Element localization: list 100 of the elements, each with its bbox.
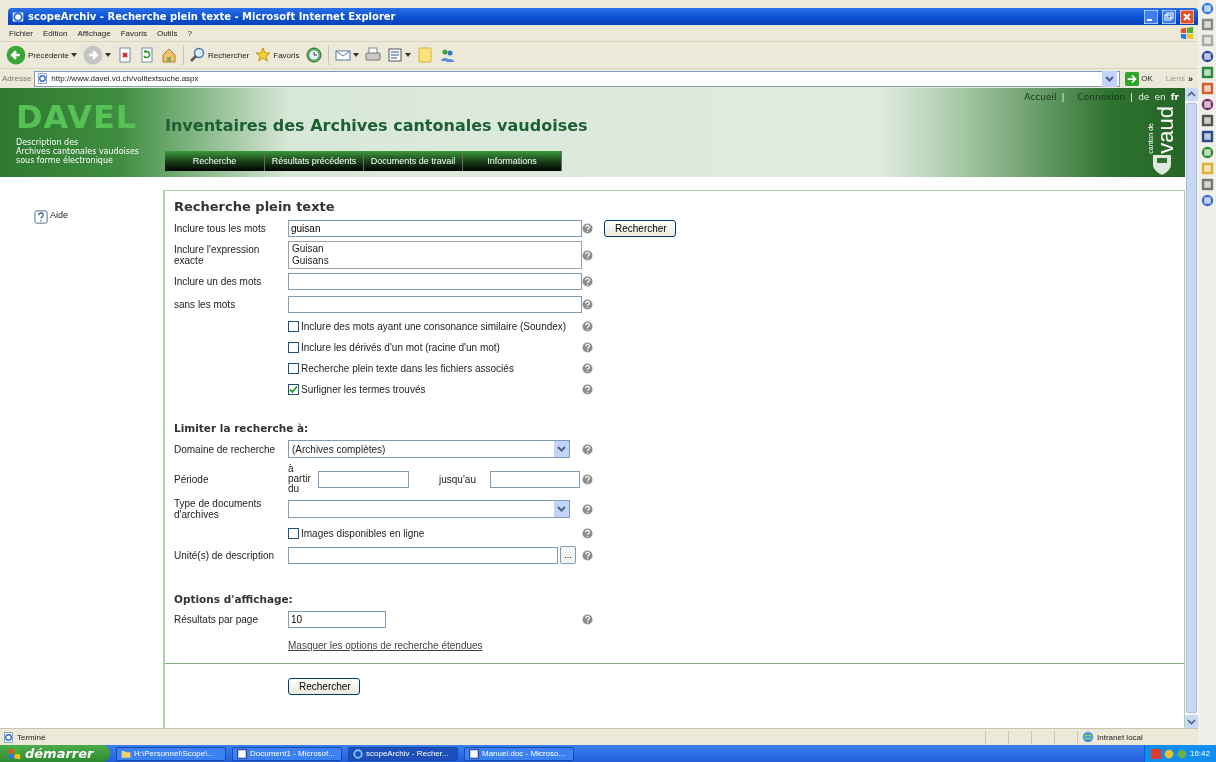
menu-item[interactable]: ? [182, 28, 197, 38]
text-field[interactable] [288, 546, 558, 564]
go-button[interactable]: OK [1141, 74, 1153, 83]
nav-tab[interactable]: Résultats précédents [265, 151, 364, 171]
history-icon[interactable] [305, 47, 322, 63]
language-link[interactable]: fr [1170, 92, 1179, 102]
taskbar-button[interactable]: scopeArchiv - Recher... [348, 746, 458, 761]
field-label: Résultats par page [174, 613, 259, 625]
browser-icon [12, 10, 24, 23]
help-icon [582, 527, 593, 539]
link-separator: | [1130, 92, 1134, 102]
menu-item[interactable]: Edition [38, 28, 73, 38]
refresh-icon[interactable] [138, 47, 155, 63]
help-icon [582, 222, 593, 234]
suggestion-item[interactable]: Guisans [292, 255, 578, 267]
section-title: Recherche plein texte [174, 199, 336, 214]
help-icon [582, 503, 593, 515]
hide-options-link[interactable]: Masquer les options de recherche étendues [288, 639, 483, 651]
language-link[interactable]: en [1154, 92, 1166, 102]
windows-flag-icon [1180, 26, 1194, 40]
caret-icon[interactable] [352, 52, 359, 58]
tray-icon [1150, 748, 1161, 759]
nav-tab[interactable]: Informations [463, 151, 562, 171]
help-icon [582, 298, 593, 310]
section-title: Options d'affichage: [174, 593, 294, 605]
link-separator: | [1061, 92, 1065, 102]
windows-flag-icon [8, 747, 21, 760]
menu-item[interactable]: Favoris [115, 28, 152, 38]
people-icon[interactable] [438, 47, 455, 63]
start-button[interactable]: démarrer [0, 745, 110, 762]
menu-item[interactable]: Fichier [4, 28, 38, 38]
caret-icon[interactable] [70, 52, 77, 58]
minimize-button[interactable] [1144, 9, 1158, 24]
taskbar-button[interactable]: Document1 - Microsof... [232, 746, 342, 761]
home-icon[interactable] [160, 47, 177, 63]
nav-tab[interactable]: Recherche [165, 151, 265, 171]
help-link[interactable]: Aide [50, 210, 68, 220]
taskbar-button[interactable]: Manuel.doc - Microso... [464, 746, 574, 761]
tray-icon [1176, 748, 1187, 759]
select-field[interactable] [288, 500, 570, 518]
site-subtitle: Description des Archives cantonales vaudoises sous forme électronique [16, 138, 141, 165]
help-icon [582, 473, 593, 485]
more-links[interactable]: » [1188, 73, 1196, 84]
window-title: scopeArchiv - Recherche plein texte - Microsoft Internet Explorer [28, 11, 397, 22]
nav-tab[interactable]: Documents de travail [364, 151, 463, 171]
canton-name: vaud [1155, 106, 1177, 154]
close-button[interactable] [1180, 9, 1194, 24]
help-icon [582, 275, 593, 287]
shield-icon [1152, 153, 1172, 176]
suggestion-item[interactable]: Guisan [292, 243, 578, 255]
address-field[interactable]: http://www.davel.vd.ch/volltextsuche.aspx [34, 70, 1121, 87]
help-icon [582, 320, 593, 332]
help-icon[interactable] [34, 210, 48, 224]
help-icon [582, 443, 593, 455]
search-button[interactable]: Rechercher [288, 678, 360, 695]
toolbar-label[interactable]: Rechercher [207, 50, 250, 60]
checkbox[interactable] [288, 320, 299, 332]
scroll-down-icon[interactable] [1185, 715, 1198, 728]
language-link[interactable]: de [1138, 92, 1150, 102]
checkbox[interactable] [288, 527, 299, 539]
text-field[interactable] [288, 295, 582, 313]
checkbox[interactable] [288, 341, 299, 353]
star-icon[interactable] [255, 47, 272, 63]
toolbar-label[interactable]: Précédente [28, 50, 69, 60]
text-field[interactable]: guisan [288, 219, 582, 237]
menu-item[interactable]: Affichage [72, 28, 116, 38]
date-field[interactable] [318, 470, 409, 488]
menu-item[interactable]: Outils [151, 28, 183, 38]
stop-icon[interactable] [116, 47, 133, 63]
header-link[interactable]: Accueil [1024, 92, 1057, 102]
checkbox-label: Surligner les termes trouvés [301, 383, 426, 395]
taskbar-button[interactable]: H:\Personnel\Scope\... [116, 746, 226, 761]
checkbox[interactable] [288, 383, 299, 395]
go-arrow-icon[interactable] [1125, 71, 1140, 86]
caret-icon[interactable] [104, 52, 111, 58]
text-field[interactable]: 10 [288, 610, 386, 628]
field-label: Inclure tous les mots [174, 222, 267, 234]
browse-button[interactable]: ... [560, 546, 576, 564]
text-field[interactable] [288, 272, 582, 290]
checkbox-label: Inclure des mots ayant une consonance similaire (Soundex) [301, 320, 567, 332]
help-icon [582, 383, 593, 395]
field-label: Inclure l'expression exacte [174, 244, 261, 266]
tray-icon [1163, 748, 1174, 759]
caret-icon[interactable] [404, 52, 411, 58]
field-label: jusqu'au [439, 473, 476, 485]
scrollbar[interactable] [1185, 88, 1198, 728]
search-button[interactable]: Rechercher [604, 219, 676, 237]
date-field[interactable] [489, 470, 580, 488]
scroll-up-icon[interactable] [1185, 88, 1198, 101]
help-icon [582, 362, 593, 374]
site-title: Inventaires des Archives cantonales vaudoises [165, 116, 588, 135]
checkbox[interactable] [288, 362, 299, 374]
page-icon [37, 73, 49, 84]
search-icon[interactable] [189, 47, 206, 63]
restore-button[interactable] [1162, 9, 1176, 24]
select-field[interactable]: (Archives complètes) [288, 440, 570, 458]
toolbar-label[interactable]: Favoris [273, 50, 300, 60]
field-label: Inclure un des mots [174, 275, 263, 287]
clock: 16:42 [1189, 749, 1210, 758]
checkbox-label: Inclure les dérivés d'un mot (racine d'un mot) [301, 341, 500, 353]
